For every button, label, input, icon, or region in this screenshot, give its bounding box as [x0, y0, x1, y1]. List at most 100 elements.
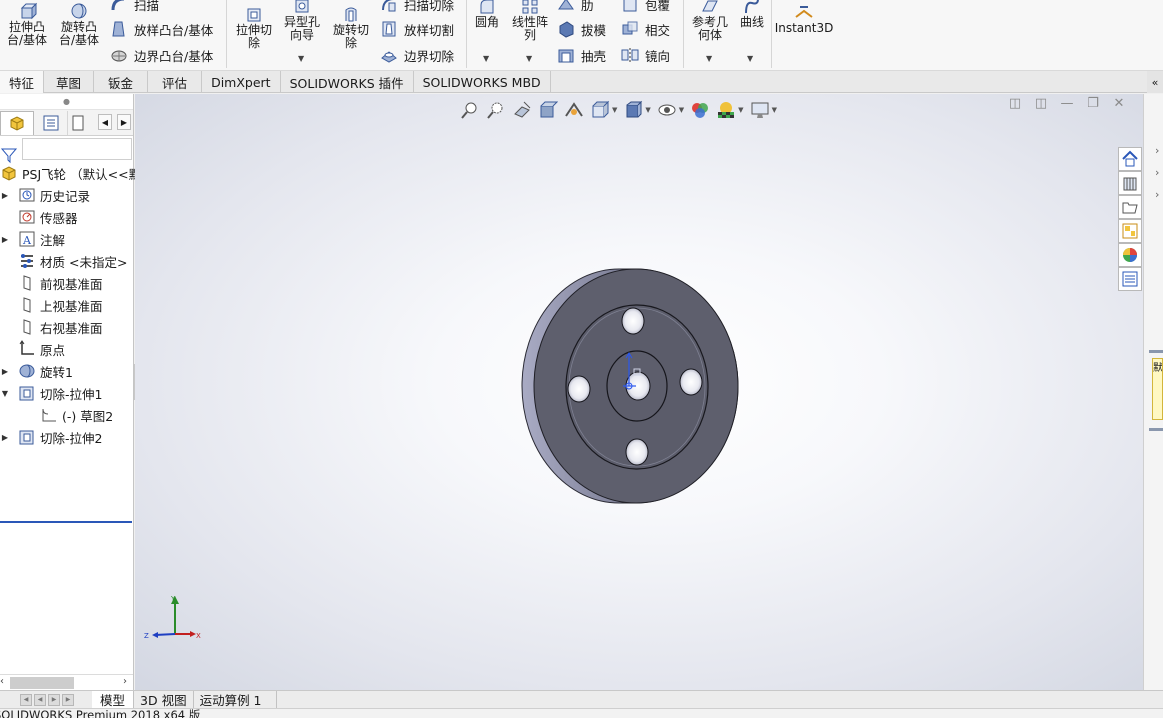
display-style-icon[interactable]: [623, 100, 643, 120]
curves-dropdown[interactable]: ▼: [747, 54, 753, 63]
dynamic-annotation-icon[interactable]: [564, 100, 584, 120]
revolve-boss-button[interactable]: 旋转凸 台/基体: [56, 2, 102, 47]
tile-left-icon[interactable]: ◫: [1007, 96, 1023, 112]
wrap-button[interactable]: 包覆: [621, 0, 670, 14]
apply-scene-dropdown[interactable]: ▼: [738, 106, 743, 114]
file-explorer-tab[interactable]: [1118, 195, 1142, 219]
linear-pattern-button[interactable]: 线性阵 列: [508, 0, 552, 42]
minimize-icon[interactable]: —: [1059, 96, 1075, 112]
feature-tree-tab[interactable]: [0, 110, 34, 135]
restore-icon[interactable]: ❐: [1085, 96, 1101, 112]
zoom-to-fit-icon[interactable]: [460, 100, 480, 120]
expand-toggle-icon[interactable]: ▶: [0, 191, 10, 200]
sweep-button[interactable]: 扫描: [110, 0, 159, 14]
tree-item[interactable]: 材质 <未指定>: [0, 250, 133, 272]
property-manager-tab[interactable]: [34, 110, 68, 135]
tab-motion-study-1[interactable]: 运动算例 1: [194, 690, 277, 709]
tree-item[interactable]: 原点: [0, 338, 133, 360]
display-style-dropdown[interactable]: ▼: [645, 106, 650, 114]
hide-show-items-icon[interactable]: [657, 100, 677, 120]
section-view-icon[interactable]: [538, 100, 558, 120]
bolt-hole[interactable]: [625, 438, 649, 466]
extrude-boss-button[interactable]: 拉伸凸 台/基体: [4, 2, 50, 47]
tab-features[interactable]: 特征: [0, 71, 45, 93]
view-settings-icon[interactable]: [750, 100, 770, 120]
graphics-viewport[interactable]: ▼ ▼ ▼ ▼ ▼ ◫ ◫ — ❐ ✕ Y Z X: [135, 94, 1143, 691]
tab-3d-view[interactable]: 3D 视图: [134, 690, 194, 709]
tab-model[interactable]: 模型: [92, 690, 135, 709]
appearances-tab[interactable]: [1118, 243, 1142, 267]
tree-item[interactable]: 前视基准面: [0, 272, 133, 294]
loft-boss-button[interactable]: 放样凸台/基体: [110, 19, 213, 39]
hole-wizard-dropdown[interactable]: ▼: [298, 54, 304, 63]
swept-cut-button[interactable]: 扫描切除: [380, 0, 454, 14]
prev-tab-arrow[interactable]: ◀: [34, 693, 46, 706]
next-tab-arrow[interactable]: ▶: [48, 693, 60, 706]
reference-triad[interactable]: Y Z X: [141, 592, 205, 640]
first-tab-arrow[interactable]: ◀: [20, 693, 32, 706]
scroll-thumb[interactable]: [10, 677, 74, 689]
tree-horizontal-scrollbar[interactable]: ‹ ›: [0, 674, 133, 690]
rollback-bar[interactable]: [0, 521, 132, 523]
tab-sheet-metal[interactable]: 钣金: [94, 71, 149, 93]
reference-geometry-button[interactable]: 参考几 何体: [688, 0, 732, 42]
tree-item[interactable]: ▼ 切除-拉伸1: [0, 382, 133, 404]
tree-item[interactable]: 上视基准面: [0, 294, 133, 316]
tile-right-icon[interactable]: ◫: [1033, 96, 1049, 112]
tab-dimxpert[interactable]: DimXpert: [202, 71, 281, 93]
flywheel-part-model[interactable]: [515, 262, 755, 512]
tree-item[interactable]: ▶ 历史记录: [0, 184, 133, 206]
tree-item[interactable]: (-) 草图2: [0, 404, 133, 426]
lofted-cut-button[interactable]: 放样切割: [380, 19, 454, 39]
tabs-scroll-right[interactable]: ▶: [117, 114, 131, 130]
config-manager-tab[interactable]: [68, 111, 88, 135]
solidworks-resources-tab[interactable]: [1118, 147, 1142, 171]
mirror-button[interactable]: 镜向: [621, 45, 670, 65]
previous-view-icon[interactable]: [512, 100, 532, 120]
view-orientation-dropdown[interactable]: ▼: [612, 106, 617, 114]
revolve-cut-button[interactable]: 旋转切 除: [328, 5, 374, 50]
tab-sketch[interactable]: 草图: [44, 71, 95, 93]
close-icon[interactable]: ✕: [1111, 96, 1127, 112]
zoom-to-area-icon[interactable]: [486, 100, 506, 120]
task-pane-collapse-button[interactable]: «: [1147, 71, 1163, 93]
instant3d-button[interactable]: Instant3D: [775, 3, 833, 35]
tab-solidworks-addins[interactable]: SOLIDWORKS 插件: [281, 71, 414, 93]
bolt-hole[interactable]: [621, 307, 645, 335]
boundary-boss-button[interactable]: 边界凸台/基体: [110, 45, 213, 65]
curves-button[interactable]: 曲线: [736, 0, 768, 29]
task-pane-chevrons[interactable]: › › ›: [1155, 140, 1159, 206]
scroll-left-arrow[interactable]: ‹: [0, 676, 4, 687]
boundary-cut-button[interactable]: 边界切除: [380, 45, 454, 65]
extrude-cut-button[interactable]: 拉伸切 除: [232, 5, 276, 50]
edit-appearance-icon[interactable]: [690, 100, 710, 120]
expand-toggle-icon[interactable]: ▶: [0, 433, 10, 442]
intersect-button[interactable]: 相交: [621, 19, 670, 39]
reference-geometry-dropdown[interactable]: ▼: [706, 54, 712, 63]
custom-properties-tab[interactable]: [1118, 267, 1142, 291]
tree-item[interactable]: ▶ 旋转1: [0, 360, 133, 382]
view-orientation-icon[interactable]: [590, 100, 610, 120]
rib-button[interactable]: 肋: [557, 0, 594, 14]
last-tab-arrow[interactable]: ▶: [62, 693, 74, 706]
task-pane-note[interactable]: 默: [1152, 358, 1163, 420]
bolt-hole[interactable]: [679, 368, 703, 396]
tabs-scroll-left[interactable]: ◀: [98, 114, 112, 130]
view-palette-tab[interactable]: [1118, 219, 1142, 243]
tree-filter-input[interactable]: [22, 138, 132, 160]
tree-item[interactable]: ▶ A 注解: [0, 228, 133, 250]
tree-item[interactable]: ▶ 切除-拉伸2: [0, 426, 133, 448]
apply-scene-icon[interactable]: [716, 100, 736, 120]
hole-wizard-button[interactable]: 异型孔 向导: [280, 0, 324, 42]
tree-item[interactable]: 传感器: [0, 206, 133, 228]
design-library-tab[interactable]: [1118, 171, 1142, 195]
linear-pattern-dropdown[interactable]: ▼: [526, 54, 532, 63]
hide-show-dropdown[interactable]: ▼: [679, 106, 684, 114]
bolt-hole[interactable]: [567, 375, 591, 403]
tab-solidworks-mbd[interactable]: SOLIDWORKS MBD: [414, 71, 551, 93]
fillet-button[interactable]: 圆角: [472, 0, 502, 29]
draft-button[interactable]: 拔模: [557, 19, 606, 39]
expand-toggle-icon[interactable]: ▶: [0, 235, 10, 244]
tab-evaluate[interactable]: 评估: [148, 71, 203, 93]
expand-toggle-icon[interactable]: ▶: [0, 367, 10, 376]
